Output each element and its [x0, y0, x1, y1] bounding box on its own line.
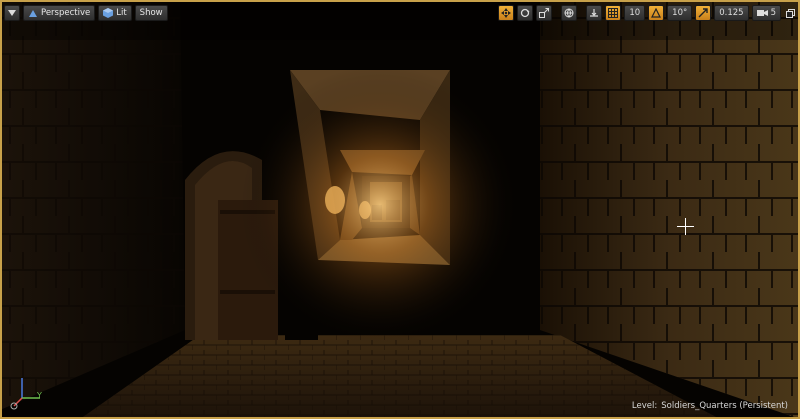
scale-icon	[539, 8, 550, 18]
show-label: Show	[139, 8, 163, 18]
maximize-icon	[785, 8, 795, 18]
dungeon-corridor-scene	[0, 0, 800, 419]
perspective-icon	[28, 9, 38, 18]
globe-icon	[564, 8, 574, 18]
viewport-toolbar-left: Perspective Lit Show	[4, 5, 168, 21]
chevron-down-icon	[8, 10, 16, 16]
move-arrows-icon	[501, 8, 512, 18]
grid-snap-value: 10	[629, 8, 641, 18]
camera-icon	[756, 9, 768, 17]
viewport-options-button[interactable]	[4, 5, 20, 21]
surface-snap-icon	[589, 8, 599, 18]
camera-speed-button[interactable]: 5	[751, 5, 781, 21]
level-viewport[interactable]: Perspective Lit Show 10 10° 0.125 5 Y Le…	[0, 0, 800, 419]
scale-snap-value: 0.125	[719, 8, 744, 18]
show-flags-button[interactable]: Show	[134, 5, 168, 21]
rotation-snap-value-button[interactable]: 10°	[667, 5, 693, 21]
crosshair-cursor	[677, 218, 694, 235]
surface-snapping-button[interactable]	[586, 5, 603, 21]
coordinate-system-button[interactable]	[561, 5, 578, 21]
scale-snap-toggle[interactable]	[695, 5, 712, 21]
grid-snap-toggle[interactable]	[605, 5, 622, 21]
view-mode-lit-button[interactable]: Lit	[98, 5, 132, 21]
rotation-snap-toggle[interactable]	[648, 5, 665, 21]
scale-mode-button[interactable]	[536, 5, 553, 21]
lit-cube-icon	[103, 8, 114, 18]
level-indicator: Level: Soldiers_Quarters (Persistent)	[632, 401, 788, 411]
rotate-icon	[520, 8, 530, 18]
grid-snap-value-button[interactable]: 10	[624, 5, 646, 21]
viewport-toolbar-right: 10 10° 0.125 5	[498, 5, 796, 21]
angle-icon	[651, 8, 662, 18]
translate-mode-button[interactable]	[498, 5, 515, 21]
rotation-snap-value: 10°	[672, 8, 688, 18]
camera-speed-value: 5	[770, 8, 776, 18]
rotate-mode-button[interactable]	[517, 5, 534, 21]
perspective-view-button[interactable]: Perspective	[23, 5, 96, 21]
level-name: Soldiers_Quarters (Persistent)	[661, 401, 788, 411]
lit-label: Lit	[116, 8, 127, 18]
scale-snap-value-button[interactable]: 0.125	[714, 5, 749, 21]
scale-arrow-icon	[698, 8, 708, 18]
maximize-viewport-button[interactable]	[784, 5, 796, 21]
axis-y-label: Y	[37, 391, 42, 400]
level-label: Level:	[631, 401, 658, 411]
perspective-label: Perspective	[41, 8, 91, 18]
grid-icon	[608, 8, 619, 18]
